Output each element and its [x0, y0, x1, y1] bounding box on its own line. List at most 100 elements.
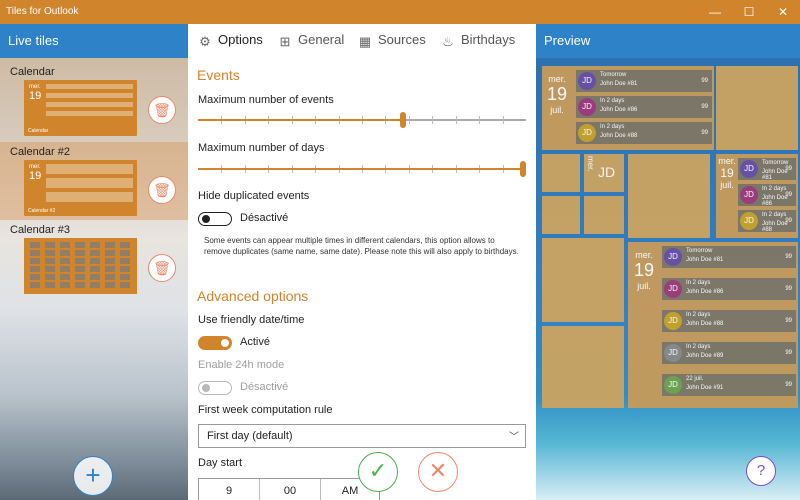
- delete-calendar-button[interactable]: 🗑: [148, 176, 176, 204]
- event-count: 99: [785, 350, 792, 356]
- event-time: In 2 days: [600, 124, 625, 130]
- preview-event-row: JD Tomorrow John Doe #81 99: [576, 70, 712, 92]
- preview-date: mer. 19 juil.: [630, 250, 658, 291]
- calendar-thumbnail: mer. 19 Calendar: [24, 80, 137, 136]
- event-time: In 2 days: [762, 186, 787, 192]
- trash-icon: 🗑: [153, 260, 171, 276]
- calendar-item-1[interactable]: Calendar mer. 19 Calendar 🗑: [0, 62, 188, 140]
- mini-calendar-cell: [105, 242, 115, 248]
- calendar-item-label: Calendar #2: [10, 146, 70, 158]
- preview-event-row: JD 22 juil. John Doe #91 99: [662, 374, 796, 396]
- event-count: 99: [701, 104, 708, 110]
- max-events-slider[interactable]: [198, 112, 526, 128]
- preview-day: mer.: [586, 156, 595, 172]
- cancel-button[interactable]: ✕: [418, 452, 458, 492]
- week-rule-select[interactable]: First day (default) ﹀: [198, 424, 526, 448]
- preview-num: 19: [546, 84, 568, 104]
- h24-mode-toggle[interactable]: [198, 381, 232, 395]
- event-time: In 2 days: [686, 344, 711, 350]
- preview-event-row: JD In 2 days John Doe #88 99: [662, 310, 796, 332]
- event-time: In 2 days: [686, 312, 711, 318]
- week-rule-label: First week computation rule: [198, 404, 333, 416]
- mini-calendar-cell: [60, 266, 70, 272]
- mini-calendar-cell: [75, 250, 85, 256]
- friendly-date-toggle[interactable]: [198, 336, 232, 350]
- thumb-num: 19: [29, 90, 42, 102]
- event-name: John Doe #86: [686, 289, 724, 295]
- event-name: John Doe #81: [686, 257, 724, 263]
- mini-calendar-cell: [120, 274, 130, 280]
- mini-calendar-cell: [90, 266, 100, 272]
- preview-date: mer. 19 juil.: [544, 74, 570, 115]
- minimize-button[interactable]: —: [698, 0, 732, 24]
- calendar-item-2[interactable]: Calendar #2 mer. 19 Calendar #2 🗑: [0, 142, 188, 220]
- settings-panel: ⚙ Options ⊞ General ▦ Sources ♨ Birthdays Ev…: [188, 24, 536, 500]
- gear-icon: ⚙: [199, 34, 211, 49]
- mini-calendar-cell: [45, 282, 55, 288]
- slider-thumb[interactable]: [400, 112, 406, 128]
- mini-calendar-cell: [75, 266, 85, 272]
- window-title: Tiles for Outlook: [6, 6, 79, 17]
- avatar: JD: [578, 72, 596, 90]
- help-button[interactable]: ?: [746, 456, 776, 486]
- avatar: JD: [664, 280, 682, 298]
- preview-day: mer.: [548, 74, 566, 84]
- delete-calendar-button[interactable]: 🗑: [148, 254, 176, 282]
- preview-event-row: JD In 2 days John Doe #86 99: [576, 96, 712, 118]
- tab-label: Birthdays: [461, 32, 516, 47]
- calendar-icon: ▦: [358, 34, 372, 49]
- tab-birthdays[interactable]: ♨ Birthdays: [441, 32, 515, 49]
- mini-calendar-cell: [60, 250, 70, 256]
- week-rule-value: First day (default): [207, 430, 293, 442]
- calendar-item-label: Calendar: [10, 66, 55, 78]
- preview-event-row: JD In 2 days John Doe #88 99: [576, 122, 712, 144]
- advanced-section-title: Advanced options: [197, 288, 309, 304]
- ok-button[interactable]: ✓: [358, 452, 398, 492]
- maximize-button[interactable]: ☐: [732, 0, 766, 24]
- event-name: John Doe #88: [600, 133, 638, 139]
- h24-mode-state: Désactivé: [240, 381, 289, 393]
- tab-label: General: [298, 32, 345, 47]
- friendly-date-state: Activé: [240, 336, 270, 348]
- minute-field[interactable]: 00: [260, 479, 320, 500]
- mini-calendar-cell: [120, 266, 130, 272]
- close-button[interactable]: ✕: [766, 0, 800, 24]
- day-start-time-picker[interactable]: 9 00 AM: [198, 478, 380, 500]
- avatar: JD: [578, 124, 596, 142]
- event-time: In 2 days: [600, 98, 625, 104]
- tab-label: Options: [218, 32, 263, 47]
- preview-tile: [584, 196, 624, 234]
- mini-calendar-cell: [75, 258, 85, 264]
- preview-num: 19: [633, 260, 655, 280]
- hour-field[interactable]: 9: [199, 479, 259, 500]
- tab-sources[interactable]: ▦ Sources: [358, 32, 426, 49]
- event-time: Tomorrow: [686, 248, 713, 254]
- title-bar: Tiles for Outlook — ☐ ✕: [0, 0, 800, 24]
- h24-mode-label: Enable 24h mode: [198, 359, 285, 371]
- mini-calendar-cell: [45, 266, 55, 272]
- add-tile-button[interactable]: +: [73, 456, 113, 496]
- mini-calendar-cell: [30, 274, 40, 280]
- mini-calendar-cell: [45, 258, 55, 264]
- calendar-item-3[interactable]: Calendar #3 🗑: [0, 220, 188, 298]
- hide-duplicates-label: Hide duplicated events: [198, 190, 310, 202]
- event-count: 99: [785, 166, 792, 172]
- mini-calendar-cell: [120, 242, 130, 248]
- mini-calendar-cell: [75, 274, 85, 280]
- preview-wide-tile: mer. 19 juil. JD Tomorrow John Doe #81 99 JD…: [542, 66, 714, 150]
- tab-general[interactable]: ⊞ General: [278, 32, 345, 49]
- mini-calendar-cell: [30, 266, 40, 272]
- avatar: JD: [664, 376, 682, 394]
- event-name: John Doe #88: [686, 321, 724, 327]
- trash-icon: 🗑: [153, 102, 171, 118]
- live-tiles-header: Live tiles: [0, 24, 188, 58]
- slider-thumb[interactable]: [520, 161, 526, 177]
- avatar: JD: [664, 312, 682, 330]
- tab-options[interactable]: ⚙ Options: [198, 32, 263, 49]
- hide-duplicates-toggle[interactable]: [198, 212, 232, 226]
- preview-event-row: JD Tomorrow John Doe #81 99: [738, 158, 796, 181]
- preview-event-row: JD Tomorrow John Doe #81 99: [662, 246, 796, 268]
- preview-initials: JD: [598, 164, 616, 180]
- max-days-slider[interactable]: [198, 161, 526, 177]
- delete-calendar-button[interactable]: 🗑: [148, 96, 176, 124]
